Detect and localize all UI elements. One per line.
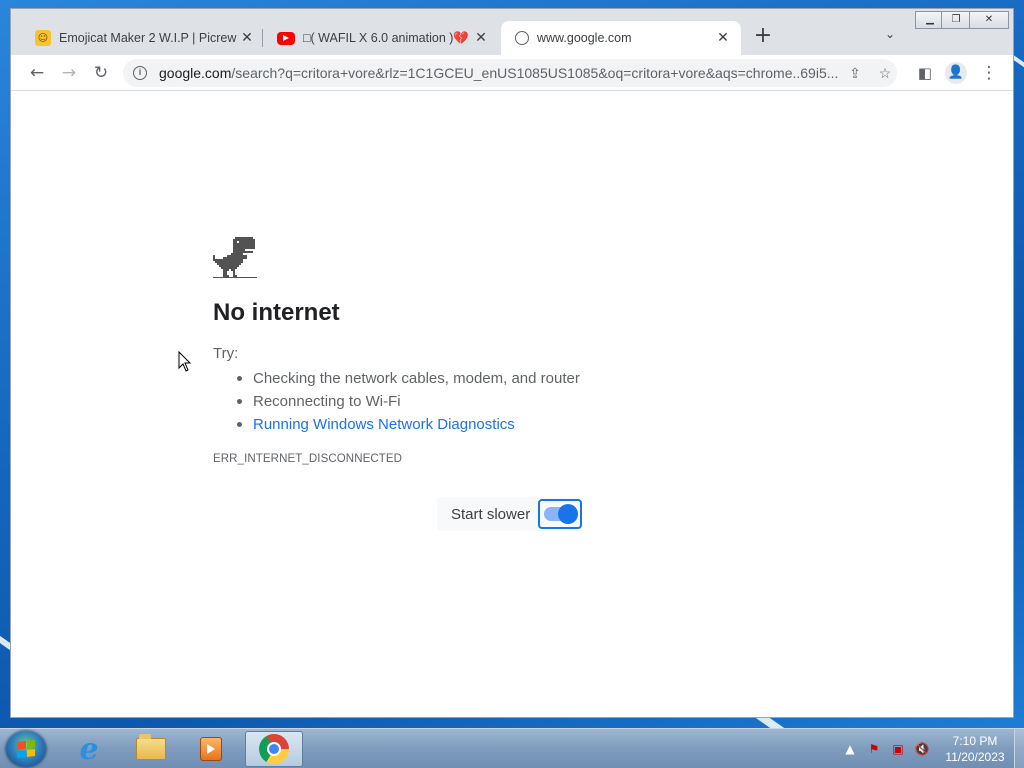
windows-logo-icon: [17, 740, 35, 758]
new-tab-button[interactable]: +: [751, 25, 775, 49]
clock-time: 7:10 PM: [952, 734, 998, 748]
globe-icon: [515, 31, 529, 45]
page-content: No internet Try: Checking the network ca…: [11, 91, 1013, 717]
toggle-knob: [558, 504, 579, 524]
show-desktop-button[interactable]: [1014, 729, 1024, 768]
bookmark-star-icon[interactable]: ☆: [875, 63, 895, 83]
url-text[interactable]: google.com/search?q=critora+vore&rlz=1C1…: [159, 65, 839, 81]
ie-icon[interactable]: e: [60, 731, 118, 767]
profile-avatar-icon[interactable]: 👤: [945, 62, 967, 84]
close-window-button[interactable]: ✕: [969, 11, 1009, 29]
close-tab-icon[interactable]: ✕: [473, 30, 489, 46]
tab-picrew[interactable]: ☺ Emojicat Maker 2 W.I.P | Picrew ✕: [21, 21, 265, 55]
show-hidden-icons-icon[interactable]: ▲: [840, 742, 860, 756]
tab-title: □( WAFIL X 6.0 animation )💔 - Yo: [303, 30, 473, 45]
suggestion-list: Checking the network cables, modem, and …: [233, 367, 580, 436]
try-label: Try:: [213, 345, 239, 362]
maximize-button[interactable]: ❐: [941, 11, 971, 29]
start-slower-label: Start slower: [451, 505, 531, 523]
tab-title: www.google.com: [537, 31, 632, 45]
tab-strip: ☺ Emojicat Maker 2 W.I.P | Picrew ✕ □( W…: [11, 9, 1013, 55]
error-code: ERR_INTERNET_DISCONNECTED: [213, 453, 403, 465]
start-slower-toggle[interactable]: [538, 499, 583, 529]
media-player-icon[interactable]: [182, 731, 240, 767]
volume-muted-icon[interactable]: 🔇: [912, 742, 932, 756]
mouse-cursor-icon: [178, 351, 192, 372]
tab-title: Emojicat Maker 2 W.I.P | Picrew: [59, 31, 237, 45]
side-panel-icon[interactable]: ◧: [913, 61, 937, 85]
tab-youtube[interactable]: □( WAFIL X 6.0 animation )💔 - Yo ✕: [263, 21, 499, 55]
browser-toolbar: ← → ↻ i google.com/search?q=critora+vore…: [11, 55, 1013, 91]
reload-icon[interactable]: ↻: [89, 61, 113, 85]
error-heading: No internet: [213, 299, 340, 326]
menu-kebab-icon[interactable]: ⋮: [977, 61, 1001, 85]
youtube-icon: [277, 31, 295, 45]
taskbar: e ▲ ⚑ ▣ 🔇 7:10 PM 11/20/2023: [0, 728, 1024, 768]
network-diagnostics-link[interactable]: Running Windows Network Diagnostics: [233, 413, 580, 436]
network-disconnected-icon[interactable]: ▣: [888, 742, 908, 756]
system-clock[interactable]: 7:10 PM 11/20/2023: [940, 733, 1010, 765]
close-tab-icon[interactable]: ✕: [239, 30, 255, 46]
system-tray: ▲ ⚑ ▣ 🔇: [840, 729, 936, 768]
back-arrow-icon[interactable]: ←: [25, 61, 49, 85]
forward-arrow-icon[interactable]: →: [57, 61, 81, 85]
clock-date: 11/20/2023: [945, 750, 1005, 764]
info-icon[interactable]: i: [133, 66, 147, 80]
start-slower-control: Start slower: [437, 497, 583, 531]
list-item: Checking the network cables, modem, and …: [233, 367, 580, 390]
start-button[interactable]: [6, 731, 46, 767]
folder-icon[interactable]: [122, 731, 180, 767]
picrew-icon: ☺: [35, 30, 51, 46]
toggle-track: [544, 504, 579, 524]
close-tab-icon[interactable]: ✕: [715, 30, 731, 46]
browser-window: ☺ Emojicat Maker 2 W.I.P | Picrew ✕ □( W…: [10, 8, 1014, 718]
list-item: Reconnecting to Wi-Fi: [233, 390, 580, 413]
tab-search-chevron-icon[interactable]: ⌄: [885, 27, 895, 41]
action-center-flag-icon[interactable]: ⚑: [864, 742, 884, 756]
share-icon[interactable]: ⇪: [845, 63, 865, 83]
dinosaur-icon[interactable]: [213, 237, 257, 281]
address-bar[interactable]: i google.com/search?q=critora+vore&rlz=1…: [123, 59, 897, 87]
tab-google[interactable]: www.google.com ✕: [501, 21, 741, 55]
chrome-icon[interactable]: [245, 731, 303, 767]
